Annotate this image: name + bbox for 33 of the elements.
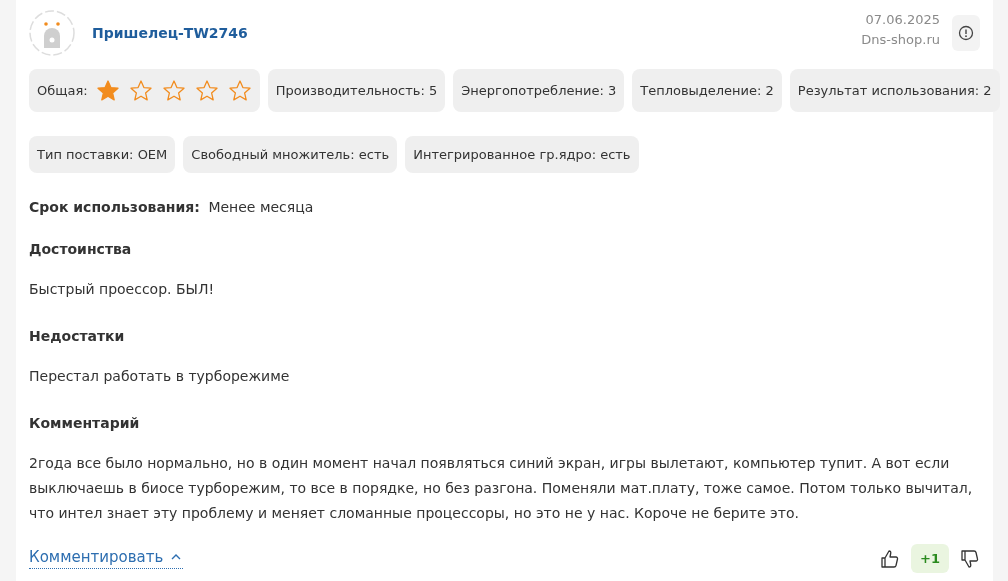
tag-label: Тип поставки: OEM bbox=[37, 147, 168, 162]
section-title: Недостатки bbox=[29, 328, 126, 344]
review-source: Dns-shop.ru bbox=[861, 31, 940, 49]
vote-count: +1 bbox=[911, 544, 949, 573]
star-icon bbox=[161, 78, 186, 103]
section-text: Быстрый проессор. БЫЛ! bbox=[29, 280, 216, 299]
report-button[interactable] bbox=[952, 15, 980, 51]
filled-star-icon bbox=[95, 78, 120, 103]
author-name[interactable]: Пришелец-TW2746 bbox=[92, 25, 862, 41]
like-button[interactable] bbox=[880, 548, 901, 569]
usage-value: Менее месяца bbox=[208, 199, 314, 215]
tag-label: Интегрированное гр.ядро: есть bbox=[413, 147, 631, 162]
tag-label: Тепловыделение: 2 bbox=[640, 83, 774, 98]
star-icon bbox=[194, 78, 219, 103]
thumbs-down-icon bbox=[960, 548, 980, 569]
tag-label: Производительность: 5 bbox=[275, 83, 438, 98]
dislike-button[interactable] bbox=[960, 548, 980, 569]
thumbs-up-icon bbox=[880, 548, 901, 569]
star-icon bbox=[128, 78, 153, 103]
section-text: Перестал работать в турборежиме bbox=[29, 367, 291, 386]
review-date: 07.06.2025 bbox=[864, 11, 940, 29]
section-title: Комментарий bbox=[29, 415, 141, 431]
alert-icon bbox=[958, 25, 974, 41]
tag-label: Результат использования: 2 bbox=[797, 83, 992, 98]
tag-label: Свободный множитель: есть bbox=[191, 147, 390, 162]
star-icon bbox=[227, 78, 252, 103]
comment-link[interactable]: Комментировать bbox=[29, 548, 184, 569]
usage-label: Срок использования: bbox=[29, 199, 200, 215]
avatar-icon bbox=[29, 10, 75, 56]
tag-label: Энергопотребление: 3 bbox=[461, 83, 617, 98]
section-text: 2года все было нормально, но в один момент начал появляться синий экран, игры вылетают, компьютер тупит. А вот если выключаешь в биосе турборежим, то все в порядке, но без разгона. Поменяли мат.плату, тоже самое. Потом только вычитал, что интел знает эту проблему и меняет сломанные процессоры, но это не у нас. Короче не берите это. bbox=[29, 454, 974, 523]
tag-label: Общая: bbox=[37, 83, 88, 98]
section-title: Достоинства bbox=[29, 241, 133, 257]
